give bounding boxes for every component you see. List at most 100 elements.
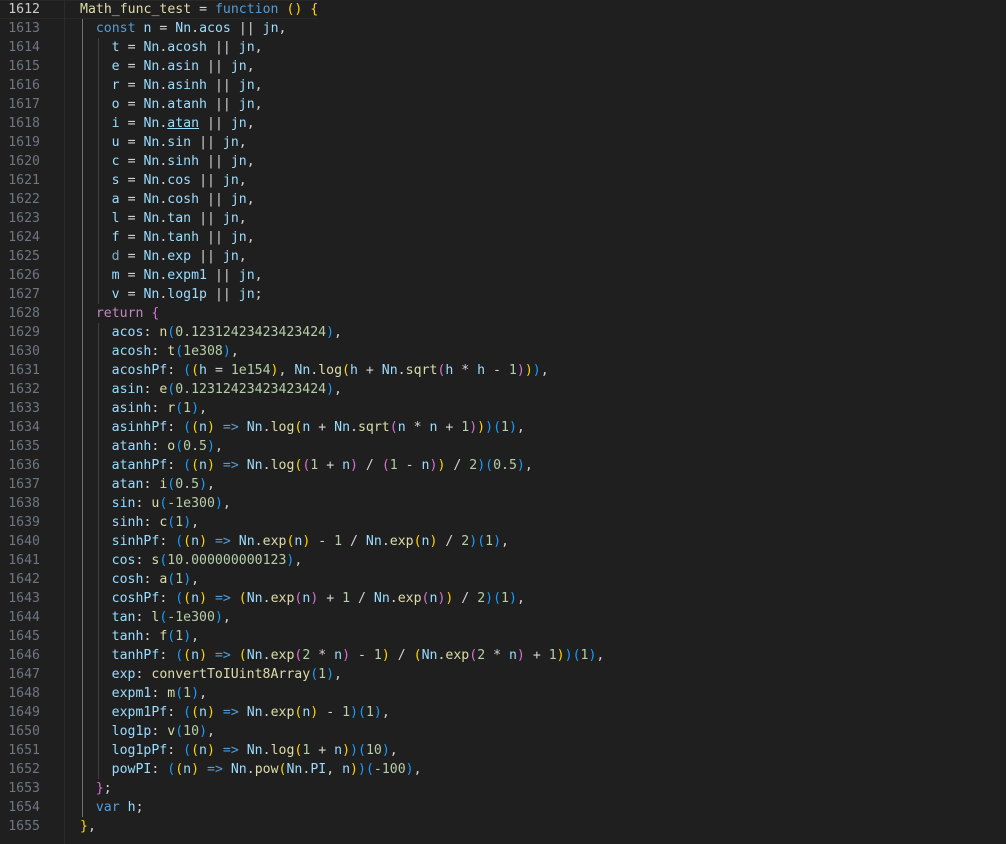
code-line[interactable]: 1647 exp: convertToIUint8Array(1), (0, 665, 1006, 684)
line-number[interactable]: 1647 (0, 665, 40, 684)
code-line[interactable]: 1625 d = Nn.exp || jn, (0, 247, 1006, 266)
line-number[interactable]: 1620 (0, 152, 40, 171)
code-line[interactable]: 1616 r = Nn.asinh || jn, (0, 76, 1006, 95)
code-line[interactable]: 1621 s = Nn.cos || jn, (0, 171, 1006, 190)
line-number[interactable]: 1639 (0, 513, 40, 532)
line-number[interactable]: 1646 (0, 646, 40, 665)
code-text[interactable]: return { (96, 304, 160, 323)
line-number[interactable]: 1619 (0, 133, 40, 152)
code-line[interactable]: 1653}; (0, 779, 1006, 798)
line-number[interactable]: 1640 (0, 532, 40, 551)
code-text[interactable]: t = Nn.acosh || jn, (112, 38, 263, 57)
line-number[interactable]: 1641 (0, 551, 40, 570)
code-line[interactable]: 1635 atanh: o(0.5), (0, 437, 1006, 456)
code-text[interactable]: Math_func_test = function () { (0, 0, 319, 19)
code-line[interactable]: 1640 sinhPf: ((n) => Nn.exp(n) - 1 / Nn.e… (0, 532, 1006, 551)
code-text[interactable]: c = Nn.sinh || jn, (112, 152, 255, 171)
line-number[interactable]: 1633 (0, 399, 40, 418)
line-number[interactable]: 1628 (0, 304, 40, 323)
code-line[interactable]: 1622 a = Nn.cosh || jn, (0, 190, 1006, 209)
code-text[interactable]: asinh: r(1), (112, 399, 207, 418)
code-line[interactable]: 1624 f = Nn.tanh || jn, (0, 228, 1006, 247)
code-text[interactable]: log1p: v(10), (112, 722, 215, 741)
line-number[interactable]: 1622 (0, 190, 40, 209)
code-line[interactable]: 1652 powPI: ((n) => Nn.pow(Nn.PI, n))(-10… (0, 760, 1006, 779)
code-line[interactable]: 1641 cos: s(10.000000000123), (0, 551, 1006, 570)
code-text[interactable]: m = Nn.expm1 || jn, (112, 266, 263, 285)
code-text[interactable]: expm1: m(1), (112, 684, 207, 703)
code-text[interactable]: log1pPf: ((n) => Nn.log(1 + n))(10), (112, 741, 398, 760)
code-text[interactable]: sin: u(-1e300), (112, 494, 231, 513)
code-text[interactable]: }; (96, 779, 112, 798)
code-line[interactable]: 1619 u = Nn.sin || jn, (0, 133, 1006, 152)
line-number[interactable]: 1651 (0, 741, 40, 760)
line-number[interactable]: 1654 (0, 798, 40, 817)
line-number[interactable]: 1638 (0, 494, 40, 513)
line-number[interactable]: 1613 (0, 19, 40, 38)
code-line[interactable]: 1654 var h; (0, 798, 1006, 817)
line-number[interactable]: 1626 (0, 266, 40, 285)
code-line[interactable]: 1630 acosh: t(1e308), (0, 342, 1006, 361)
line-number[interactable]: 1643 (0, 589, 40, 608)
code-line[interactable]: 1643 coshPf: ((n) => (Nn.exp(n) + 1 / Nn.… (0, 589, 1006, 608)
line-number[interactable]: 1644 (0, 608, 40, 627)
line-number[interactable]: 1649 (0, 703, 40, 722)
code-line[interactable]: 1648 expm1: m(1), (0, 684, 1006, 703)
line-number[interactable]: 1623 (0, 209, 40, 228)
code-text[interactable]: coshPf: ((n) => (Nn.exp(n) + 1 / Nn.exp(… (112, 589, 525, 608)
code-text[interactable]: l = Nn.tan || jn, (112, 209, 247, 228)
code-text[interactable]: o = Nn.atanh || jn, (112, 95, 263, 114)
code-text[interactable]: d = Nn.exp || jn, (112, 247, 247, 266)
line-number[interactable]: 1612 (0, 0, 40, 19)
code-text[interactable]: asin: e(0.12312423423423424), (112, 380, 342, 399)
code-line[interactable]: 1626 m = Nn.expm1 || jn, (0, 266, 1006, 285)
code-line[interactable]: 1651 log1pPf: ((n) => Nn.log(1 + n))(10), (0, 741, 1006, 760)
code-text[interactable]: }, (80, 817, 96, 836)
code-line[interactable]: 1615 e = Nn.asin || jn, (0, 57, 1006, 76)
code-text[interactable]: acosh: t(1e308), (112, 342, 239, 361)
code-text[interactable]: cosh: a(1), (112, 570, 199, 589)
code-line[interactable]: 1620 c = Nn.sinh || jn, (0, 152, 1006, 171)
line-number[interactable]: 1625 (0, 247, 40, 266)
code-text[interactable]: cos: s(10.000000000123), (112, 551, 303, 570)
code-line[interactable]: 1631 acoshPf: ((h = 1e154), Nn.log(h + Nn… (0, 361, 1006, 380)
code-text[interactable]: atanhPf: ((n) => Nn.log((1 + n) / (1 - n… (112, 456, 533, 475)
code-text[interactable]: powPI: ((n) => Nn.pow(Nn.PI, n))(-100), (112, 760, 422, 779)
code-text[interactable]: sinhPf: ((n) => Nn.exp(n) - 1 / Nn.exp(n… (112, 532, 509, 551)
line-number[interactable]: 1655 (0, 817, 40, 836)
line-number[interactable]: 1618 (0, 114, 40, 133)
code-line[interactable]: 1632 asin: e(0.12312423423423424), (0, 380, 1006, 399)
code-line[interactable]: 1645 tanh: f(1), (0, 627, 1006, 646)
code-line[interactable]: 1636 atanhPf: ((n) => Nn.log((1 + n) / (1… (0, 456, 1006, 475)
code-text[interactable]: atan: i(0.5), (112, 475, 215, 494)
line-number[interactable]: 1648 (0, 684, 40, 703)
code-line[interactable]: 1629 acos: n(0.12312423423423424), (0, 323, 1006, 342)
code-text[interactable]: i = Nn.atan || jn, (112, 114, 255, 133)
code-line[interactable]: 1618 i = Nn.atan || jn, (0, 114, 1006, 133)
code-line[interactable]: 1649 expm1Pf: ((n) => Nn.exp(n) - 1)(1), (0, 703, 1006, 722)
code-editor[interactable]: 1612 Math_func_test = function () {1613 co… (0, 0, 1006, 836)
code-line[interactable]: 1617 o = Nn.atanh || jn, (0, 95, 1006, 114)
code-line[interactable]: 1634 asinhPf: ((n) => Nn.log(n + Nn.sqrt(… (0, 418, 1006, 437)
code-text[interactable]: asinhPf: ((n) => Nn.log(n + Nn.sqrt(n * … (112, 418, 525, 437)
line-number[interactable]: 1650 (0, 722, 40, 741)
code-text[interactable]: v = Nn.log1p || jn; (112, 285, 263, 304)
line-number[interactable]: 1616 (0, 76, 40, 95)
code-text[interactable]: u = Nn.sin || jn, (112, 133, 247, 152)
line-number[interactable]: 1637 (0, 475, 40, 494)
code-line[interactable]: 1614 t = Nn.acosh || jn, (0, 38, 1006, 57)
code-line[interactable]: 1644 tan: l(-1e300), (0, 608, 1006, 627)
code-text[interactable]: var h; (96, 798, 144, 817)
line-number[interactable]: 1627 (0, 285, 40, 304)
code-text[interactable]: r = Nn.asinh || jn, (112, 76, 263, 95)
code-text[interactable]: e = Nn.asin || jn, (112, 57, 255, 76)
code-line[interactable]: 1623 l = Nn.tan || jn, (0, 209, 1006, 228)
code-text[interactable]: acoshPf: ((h = 1e154), Nn.log(h + Nn.sqr… (112, 361, 549, 380)
code-line[interactable]: 1639 sinh: c(1), (0, 513, 1006, 532)
line-number[interactable]: 1645 (0, 627, 40, 646)
code-line[interactable]: 1638 sin: u(-1e300), (0, 494, 1006, 513)
line-number[interactable]: 1652 (0, 760, 40, 779)
code-text[interactable]: tanh: f(1), (112, 627, 199, 646)
code-text[interactable]: a = Nn.cosh || jn, (112, 190, 255, 209)
line-number[interactable]: 1621 (0, 171, 40, 190)
